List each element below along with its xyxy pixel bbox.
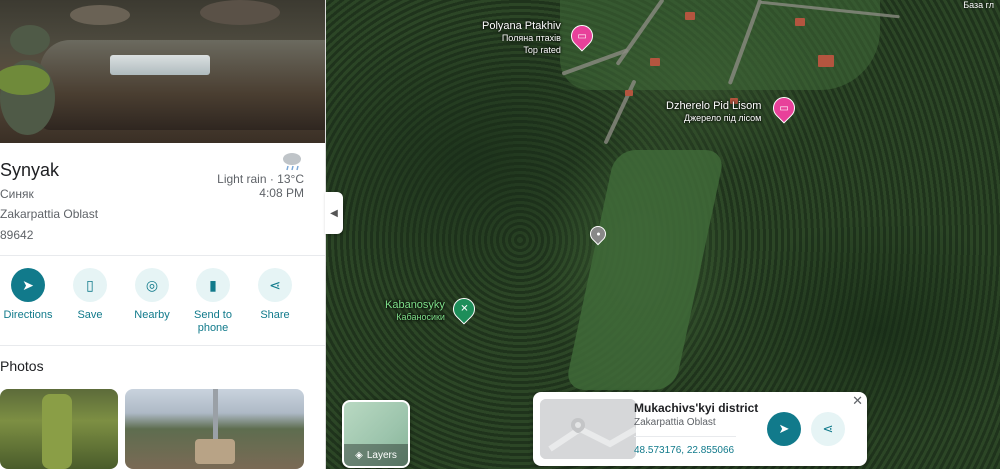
building — [818, 55, 834, 67]
restaurant-pin-icon[interactable]: ✕ — [448, 293, 480, 325]
nearby-button[interactable]: ◎ Nearby — [122, 268, 182, 322]
corner-label: База гл — [963, 0, 994, 10]
place-label-polyana-ptakhiv[interactable]: Polyana Ptakhiv Поляна птахів Top rated — [482, 20, 561, 56]
send-to-phone-icon: ▮ — [196, 268, 230, 302]
stream-water — [40, 40, 325, 130]
place-native-name: Кабаносики — [396, 312, 445, 322]
building — [625, 90, 633, 96]
monument-pillar — [213, 389, 218, 444]
layers-label: Layers — [366, 449, 397, 461]
monument-base — [195, 439, 235, 464]
place-name: Polyana Ptakhiv — [482, 20, 561, 32]
photo-thumbnail[interactable] — [0, 389, 118, 469]
place-name: Kabanosyky — [385, 299, 445, 311]
share-icon: ⋖ — [258, 268, 292, 302]
hero-photo[interactable] — [0, 0, 325, 143]
action-label: Send to phone — [194, 309, 232, 334]
building — [685, 12, 695, 20]
place-native-name: Синяк — [0, 187, 34, 201]
place-label-kabanosyky[interactable]: Kabanosyky Кабаносики — [385, 299, 445, 323]
hotel-pin-icon[interactable]: ▭ — [768, 92, 800, 124]
waterfall — [110, 55, 210, 75]
collapse-panel-button[interactable]: ◀ — [325, 192, 343, 234]
divider — [0, 255, 325, 256]
street-view-thumbnail[interactable] — [540, 399, 636, 459]
place-details-panel: Synyak Синяк Zakarpattia Oblast 89642 Li… — [0, 0, 326, 469]
action-label: Save — [77, 309, 103, 321]
card-coordinates[interactable]: 48.573176, 22.855066 — [634, 445, 734, 456]
meadow-clearing — [564, 150, 726, 390]
card-subtitle: Zakarpattia Oblast — [634, 417, 716, 428]
send-to-phone-button[interactable]: ▮ Send to phone — [183, 268, 243, 335]
place-region: Zakarpattia Oblast — [0, 207, 99, 221]
location-info-card[interactable]: Mukachivs'kyi district Zakarpattia Oblas… — [533, 392, 867, 466]
card-directions-button[interactable]: ➤ — [767, 412, 801, 446]
rock — [70, 5, 130, 25]
rock — [200, 0, 280, 25]
card-share-button[interactable]: ⋖ — [811, 412, 845, 446]
place-note: Top rated — [523, 45, 561, 55]
place-title: Synyak — [0, 160, 60, 180]
place-native-name: Джерело під лісом — [684, 113, 762, 123]
action-label: Nearby — [134, 309, 170, 321]
meadow-clearing-top — [560, 0, 880, 90]
save-button[interactable]: ▯ Save — [60, 268, 120, 322]
directions-icon: ➤ — [778, 421, 790, 436]
building — [650, 58, 660, 66]
place-native-name: Поляна птахів — [501, 33, 561, 43]
map-pin-placeholder-icon — [540, 399, 636, 459]
layers-icon: ◈ — [355, 449, 363, 461]
directions-button[interactable]: ➤ Directions — [0, 268, 58, 322]
photos-heading: Photos — [0, 358, 44, 374]
layers-button[interactable]: ◈ Layers — [342, 400, 410, 468]
bookmark-icon: ▯ — [73, 268, 107, 302]
moss-tree-trunk — [42, 394, 72, 469]
weather-time: 4:08 PM — [259, 186, 304, 200]
place-name: Dzherelo Pid Lisom — [666, 100, 762, 112]
place-label-dzherelo-pid-lisom[interactable]: Dzherelo Pid Lisom Джерело під лісом — [666, 100, 761, 124]
weather-condition: Light rain · 13°C — [217, 172, 304, 186]
card-title: Mukachivs'kyi district — [634, 401, 759, 415]
divider — [0, 345, 325, 346]
place-postal-code: 89642 — [0, 228, 34, 242]
weather-widget: Light rain · 13°C 4:08 PM — [217, 150, 304, 200]
rain-cloud-icon — [280, 150, 304, 172]
close-icon[interactable]: ✕ — [852, 393, 863, 409]
nearby-icon: ◎ — [135, 268, 169, 302]
directions-icon: ➤ — [11, 268, 45, 302]
photo-thumbnail[interactable] — [125, 389, 304, 469]
card-divider — [634, 436, 736, 437]
building — [795, 18, 805, 26]
action-label: Directions — [3, 309, 53, 321]
share-button[interactable]: ⋖ Share — [245, 268, 305, 322]
layers-label-row: ◈ Layers — [344, 444, 408, 466]
share-icon: ⋖ — [822, 421, 834, 436]
rock — [10, 25, 50, 55]
action-label: Share — [260, 309, 290, 321]
